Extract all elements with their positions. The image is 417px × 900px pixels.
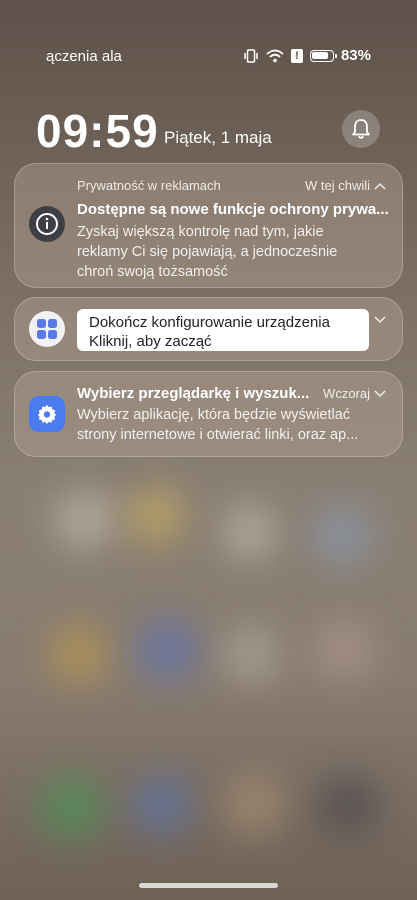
lockscreen-date: Piątek, 1 maja	[164, 128, 272, 147]
notification-title: Dokończ konfigurowanie urządzenia	[89, 314, 330, 331]
notification-body: Kliknij, aby zacząć	[89, 333, 212, 350]
alert-icon: !	[290, 48, 303, 63]
bell-icon	[352, 119, 370, 139]
notification-app-label: Prywatność w reklamach	[77, 178, 221, 193]
status-icons: ! 83%	[243, 47, 371, 64]
notification-body-line: Wybierz aplikację, która będzie wyświetl…	[77, 407, 351, 423]
notification-body-line: reklamy Ci się pojawiają, a jednocześnie	[77, 244, 338, 260]
status-bar: ączenia ala ! 83%	[0, 44, 417, 72]
notification-card-browser-choice[interactable]: Wybierz przeglądarkę i wyszuk... Wczoraj…	[14, 371, 403, 457]
notification-card-ads-privacy[interactable]: Prywatność w reklamach W tej chwili Dost…	[14, 163, 403, 288]
notification-title: Dostępne są nowe funkcje ochrony prywa..…	[77, 201, 389, 218]
lockscreen-clock: 09:59	[36, 105, 159, 157]
chevron-up-icon[interactable]	[374, 182, 386, 190]
notification-body: Zyskaj większą kontrolę nad tym, jakie r…	[77, 222, 337, 282]
notification-body-line: chroń swoją tożsamość	[77, 264, 228, 280]
carrier-text: ączenia ala	[46, 48, 122, 65]
notification-card-setup[interactable]: Dokończ konfigurowanie urządzenia Klikni…	[14, 297, 403, 361]
apps-grid-icon	[29, 311, 65, 347]
notification-time: Wczoraj	[323, 386, 370, 401]
home-indicator[interactable]	[139, 883, 278, 888]
settings-gear-icon	[29, 396, 65, 432]
notification-time: W tej chwili	[304, 178, 370, 193]
info-icon	[29, 206, 65, 242]
chevron-down-icon[interactable]	[374, 390, 386, 398]
setup-notification-content[interactable]: Dokończ konfigurowanie urządzenia Klikni…	[77, 309, 369, 351]
notification-title: Wybierz przeglądarkę i wyszuk...	[77, 385, 310, 402]
wifi-icon	[266, 49, 284, 62]
notification-body-line: Zyskaj większą kontrolę nad tym, jakie	[77, 224, 324, 240]
notification-body: Wybierz aplikację, która będzie wyświetl…	[77, 405, 395, 445]
chevron-down-icon[interactable]	[374, 316, 386, 324]
notification-bell-button[interactable]	[342, 110, 380, 148]
battery-icon	[309, 49, 337, 62]
vibrate-icon	[244, 48, 258, 63]
battery-percent: 83%	[340, 47, 371, 64]
notification-body-line: strony internetowe i otwierać linki, ora…	[77, 427, 359, 443]
